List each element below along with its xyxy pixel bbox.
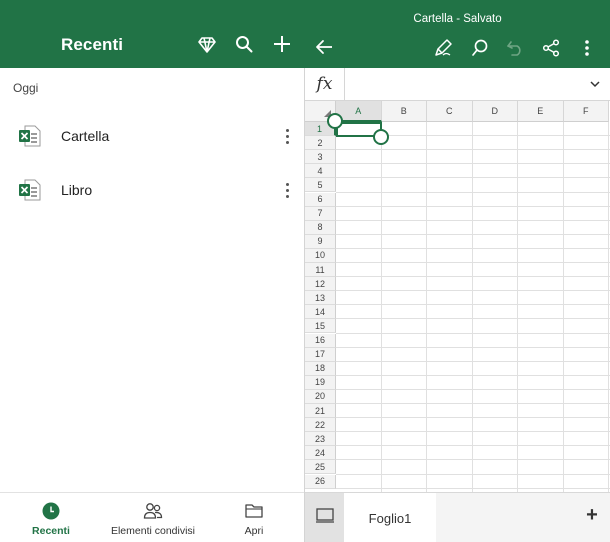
people-icon	[143, 502, 163, 520]
screen-icon	[315, 507, 335, 529]
bottom-navigation: Recenti Elementi condivisi Apri	[0, 492, 304, 542]
selection-handle-start[interactable]	[327, 113, 343, 129]
fx-label[interactable]: fx	[305, 68, 345, 100]
grid-line	[336, 417, 610, 419]
grid-line	[336, 388, 610, 390]
diamond-icon[interactable]	[193, 31, 221, 59]
more-vertical-icon[interactable]	[573, 34, 601, 62]
more-options-icon[interactable]	[276, 178, 298, 202]
grid-line	[336, 276, 610, 278]
row-header[interactable]: 14	[305, 305, 336, 320]
excel-file-icon	[18, 178, 42, 202]
section-label-today: Oggi	[13, 81, 39, 95]
page-title: Recenti	[61, 35, 124, 54]
row-header[interactable]: 12	[305, 277, 336, 292]
undo-icon[interactable]	[501, 34, 529, 62]
column-header[interactable]: D	[472, 101, 518, 122]
grid-line	[336, 360, 610, 362]
sheet-tab-bar: Foglio1 +	[305, 492, 610, 542]
spreadsheet-grid[interactable]: A B C D E F 1 2 3 4 5 6 7 8 9 10 11 12 13 14 15 16 17 18 19 20 21 2…	[305, 101, 610, 492]
column-header[interactable]: C	[427, 101, 473, 122]
grid-line	[336, 318, 610, 320]
formula-input[interactable]	[346, 68, 576, 100]
row-header[interactable]: 10	[305, 248, 336, 263]
sheet-view-toggle[interactable]	[305, 493, 344, 542]
grid-line	[336, 163, 610, 165]
row-header[interactable]: 24	[305, 446, 336, 461]
row-header[interactable]: 26	[305, 474, 336, 489]
row-header[interactable]: 16	[305, 333, 336, 348]
excel-file-icon	[18, 124, 42, 148]
grid-line	[336, 191, 610, 193]
grid-line	[336, 205, 610, 207]
row-header[interactable]: 9	[305, 234, 336, 249]
nav-open[interactable]: Apri	[229, 493, 279, 542]
row-header[interactable]: 19	[305, 375, 336, 390]
column-header[interactable]: F	[563, 101, 609, 122]
grid-line	[336, 487, 610, 489]
nav-recent[interactable]: Recenti	[20, 493, 82, 542]
grid-line	[336, 149, 610, 151]
row-header[interactable]: 7	[305, 206, 336, 221]
grid-line	[336, 247, 610, 249]
pen-icon[interactable]	[429, 34, 457, 62]
share-icon[interactable]	[537, 34, 565, 62]
column-header[interactable]: E	[518, 101, 564, 122]
row-header[interactable]: 21	[305, 404, 336, 419]
grid-line	[336, 304, 610, 306]
row-header[interactable]: 18	[305, 361, 336, 376]
search-icon[interactable]	[466, 34, 494, 62]
document-title: Cartella - Salvato	[413, 13, 502, 25]
file-name: Cartella	[61, 128, 110, 144]
file-name: Libro	[61, 182, 93, 198]
nav-shared[interactable]: Elementi condivisi	[105, 493, 201, 542]
more-options-icon[interactable]	[276, 124, 298, 148]
folder-icon	[245, 502, 263, 520]
nav-label: Elementi condivisi	[110, 525, 196, 537]
grid-line	[336, 445, 610, 447]
grid-line	[336, 332, 610, 334]
grid-line	[336, 431, 610, 433]
grid-line	[336, 473, 610, 475]
row-header[interactable]: 2	[305, 136, 336, 151]
row-header[interactable]: 6	[305, 192, 336, 207]
top-bar: Recenti Cartella - Salvato	[0, 0, 610, 68]
plus-icon[interactable]	[268, 30, 296, 58]
recent-file-item[interactable]: Cartella	[0, 113, 305, 159]
row-header[interactable]: 13	[305, 291, 336, 306]
row-header[interactable]: 20	[305, 389, 336, 404]
row-header[interactable]: 23	[305, 432, 336, 447]
row-header[interactable]: 4	[305, 164, 336, 179]
search-icon[interactable]	[230, 30, 258, 58]
grid-line	[336, 177, 610, 179]
nav-label: Apri	[244, 525, 264, 537]
grid-line	[336, 459, 610, 461]
row-header[interactable]: 11	[305, 263, 336, 278]
add-sheet-button[interactable]: +	[580, 503, 604, 527]
row-header[interactable]: 5	[305, 178, 336, 193]
column-header[interactable]: B	[381, 101, 427, 122]
sheet-tab[interactable]: Foglio1	[344, 493, 436, 542]
nav-label: Recenti	[32, 525, 70, 537]
formula-bar: fx	[305, 68, 610, 101]
back-arrow-icon[interactable]	[310, 33, 338, 61]
row-header[interactable]: 17	[305, 347, 336, 362]
row-header[interactable]: 22	[305, 418, 336, 433]
selection-handle-end[interactable]	[373, 129, 389, 145]
row-header[interactable]: 3	[305, 150, 336, 165]
grid-line	[336, 403, 610, 404]
recent-file-item[interactable]: Libro	[0, 167, 305, 213]
grid-line	[336, 233, 610, 235]
grid-line	[336, 219, 610, 221]
row-header[interactable]: 8	[305, 220, 336, 235]
chevron-down-icon[interactable]	[587, 77, 603, 91]
row-header[interactable]: 25	[305, 460, 336, 475]
grid-line	[336, 346, 610, 348]
row-header[interactable]: 15	[305, 319, 336, 334]
grid-line	[336, 290, 610, 292]
grid-line	[336, 374, 610, 376]
clock-icon	[42, 502, 60, 520]
grid-line	[336, 262, 610, 263]
